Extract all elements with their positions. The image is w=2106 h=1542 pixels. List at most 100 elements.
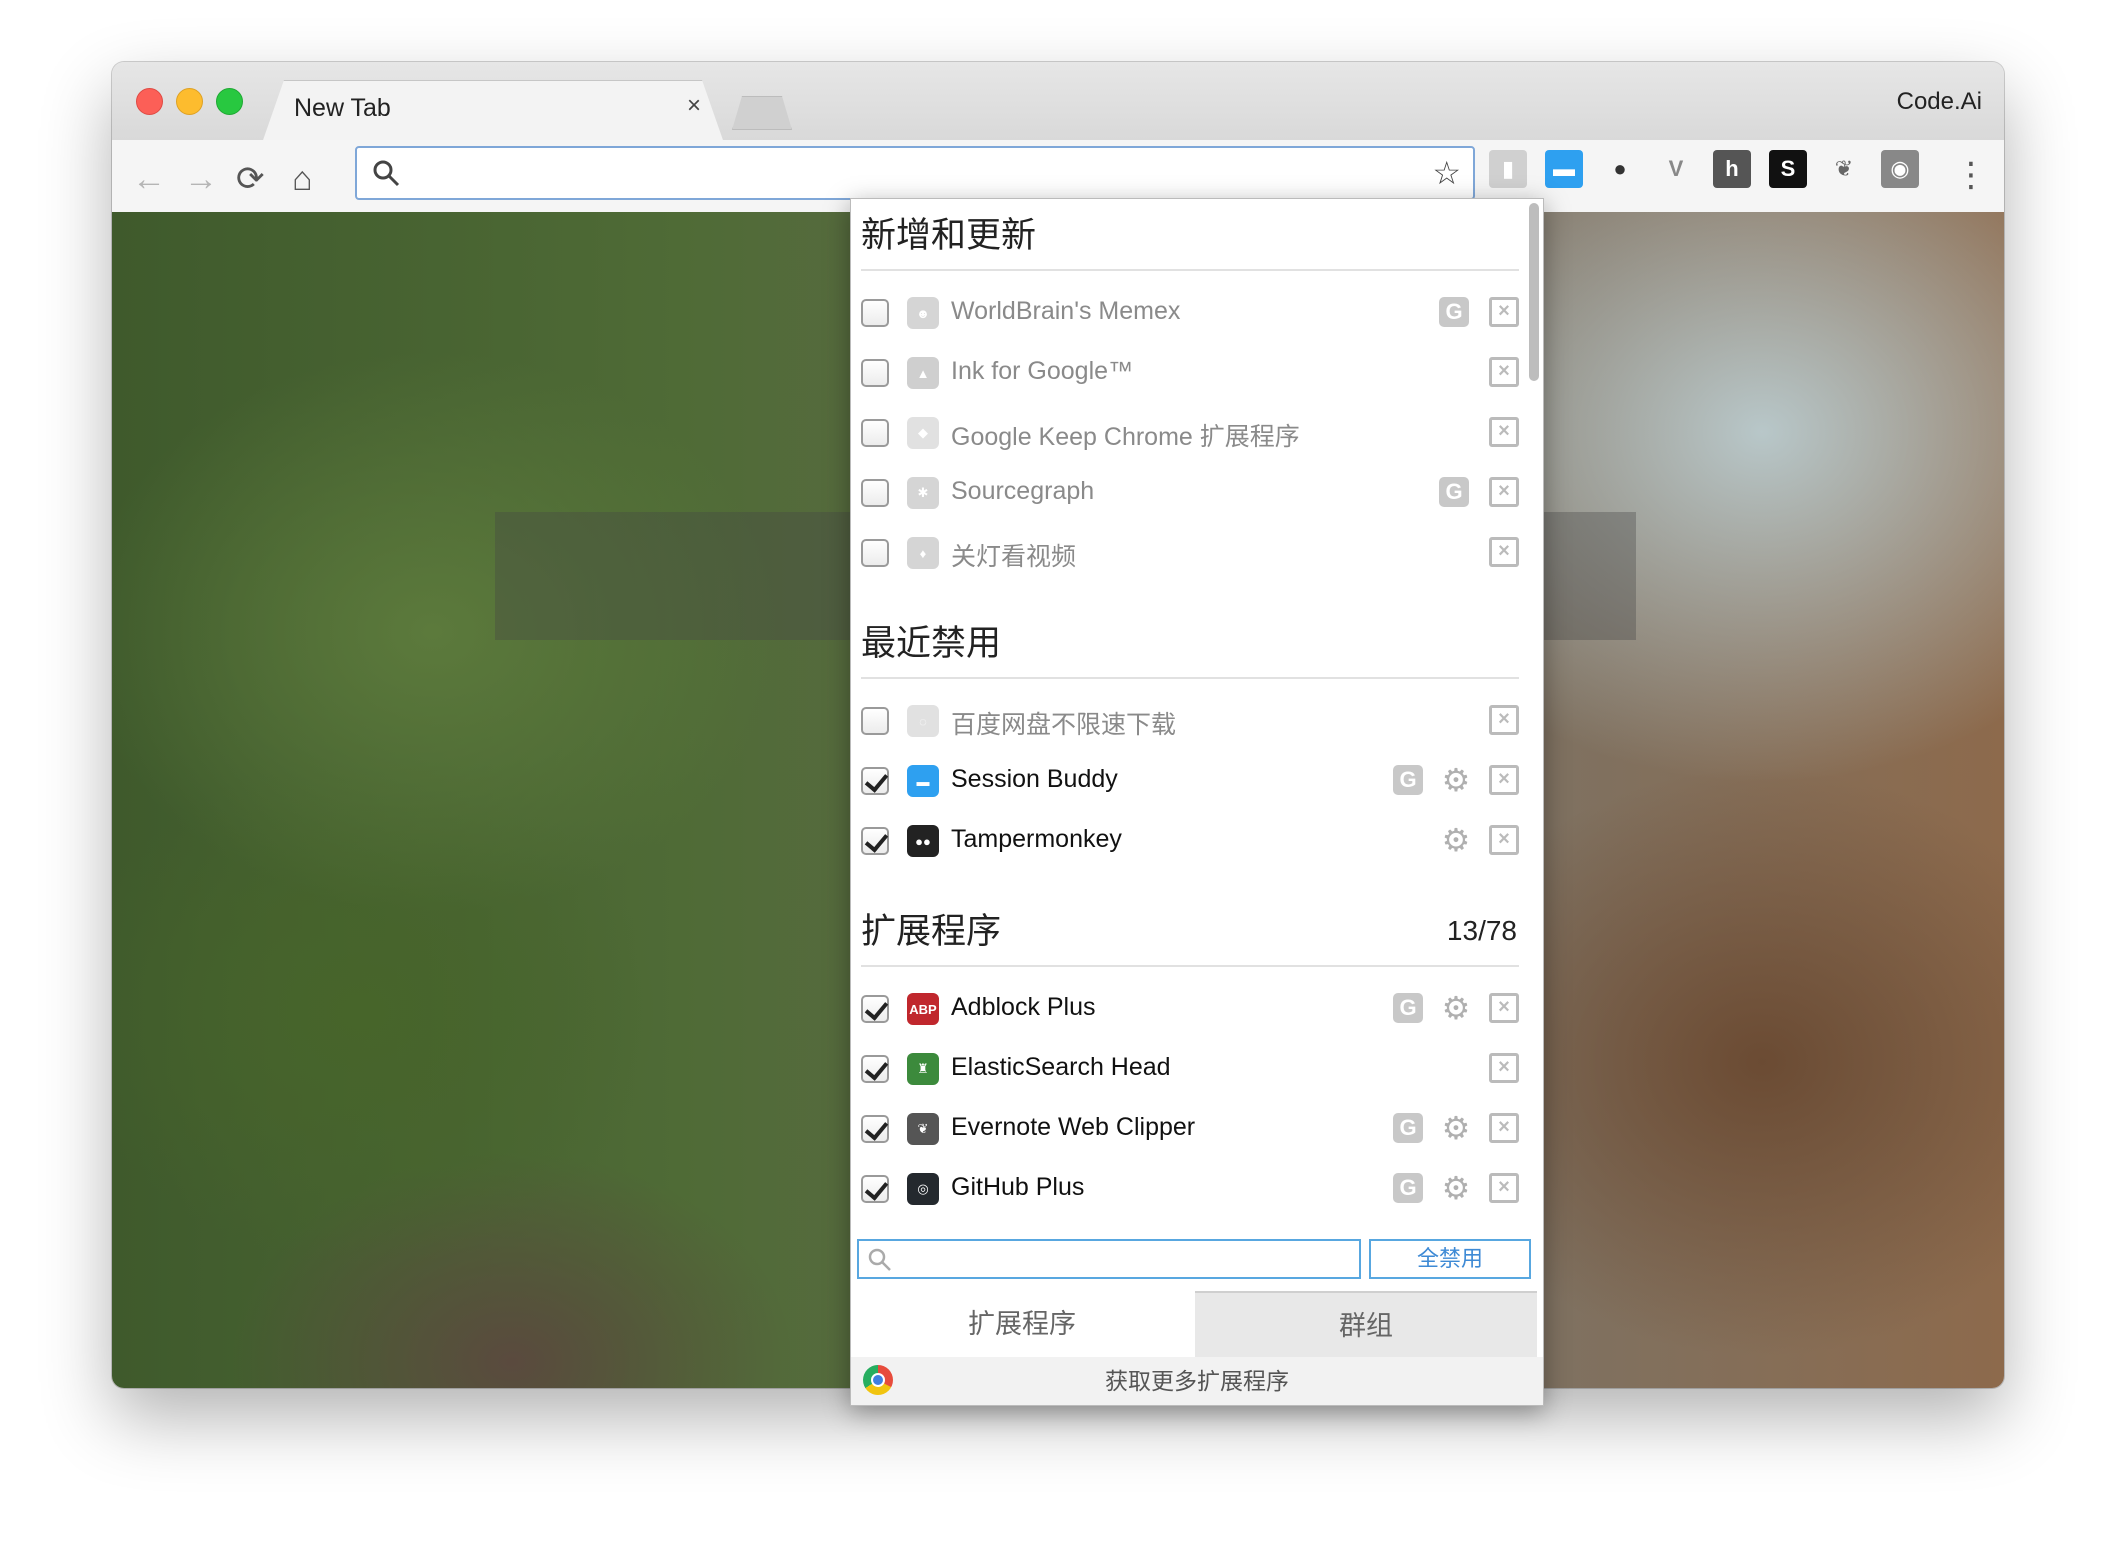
- popup-bottom-bar: 全禁用 扩展程序 群组 获取更多扩展程序: [851, 1227, 1543, 1405]
- address-bar[interactable]: ☆: [355, 146, 1475, 200]
- extension-toggle-checkbox[interactable]: [861, 299, 889, 327]
- extension-toggle-checkbox[interactable]: [861, 707, 889, 735]
- new-tab-button[interactable]: [732, 96, 792, 130]
- extension-icon: ✱: [907, 477, 939, 509]
- forward-button[interactable]: →: [184, 162, 218, 196]
- zoom-window-button[interactable]: [216, 88, 243, 115]
- extension-row[interactable]: ♦ 关灯看视频 ×: [851, 527, 1527, 585]
- bookmark-star-icon[interactable]: ☆: [1432, 154, 1461, 192]
- extension-row[interactable]: ✱ Sourcegraph G ×: [851, 467, 1527, 525]
- section-title: 扩展程序: [861, 912, 1002, 952]
- extension-toggle-checkbox[interactable]: [861, 1115, 889, 1143]
- group-g-icon[interactable]: G: [1393, 993, 1423, 1023]
- session-buddy-icon[interactable]: ▬: [1545, 150, 1583, 188]
- uninstall-trash-icon[interactable]: ×: [1489, 1173, 1519, 1203]
- extension-name: Ink for Google™: [951, 357, 1134, 385]
- extension-manager-popup: 新增和更新 ☻ WorldBrain's Memex G × ▲ Ink for Googl…: [850, 198, 1544, 1406]
- extension-toggle-checkbox[interactable]: [861, 995, 889, 1023]
- extension-name: Sourcegraph: [951, 477, 1095, 505]
- extension-toggle-checkbox[interactable]: [861, 359, 889, 387]
- extension-icon: ◎: [907, 1173, 939, 1205]
- uninstall-trash-icon[interactable]: ×: [1489, 417, 1519, 447]
- uninstall-trash-icon[interactable]: ×: [1489, 1053, 1519, 1083]
- uninstall-trash-icon[interactable]: ×: [1489, 765, 1519, 795]
- reload-button[interactable]: ⟳: [236, 162, 265, 196]
- group-g-icon[interactable]: G: [1439, 297, 1469, 327]
- extension-row[interactable]: ◌ 百度网盘不限速下载 ×: [851, 695, 1527, 753]
- uninstall-trash-icon[interactable]: ×: [1489, 705, 1519, 735]
- extension-list: 新增和更新 ☻ WorldBrain's Memex G × ▲ Ink for Googl…: [851, 199, 1527, 1227]
- tab-close-icon[interactable]: ×: [687, 92, 701, 120]
- uninstall-trash-icon[interactable]: ×: [1489, 825, 1519, 855]
- extension-toggle-checkbox[interactable]: [861, 767, 889, 795]
- extension-toggle-checkbox[interactable]: [861, 479, 889, 507]
- uninstall-trash-icon[interactable]: ×: [1489, 357, 1519, 387]
- extension-icon: ABP: [907, 993, 939, 1025]
- search-icon: [373, 160, 400, 187]
- get-more-extensions-link[interactable]: 获取更多扩展程序: [851, 1357, 1543, 1405]
- group-g-icon[interactable]: G: [1439, 477, 1469, 507]
- tab-groups[interactable]: 群组: [1195, 1291, 1537, 1359]
- section-divider: [861, 269, 1519, 271]
- group-g-icon[interactable]: G: [1393, 765, 1423, 795]
- s-icon[interactable]: S: [1769, 150, 1807, 188]
- extension-toggle-checkbox[interactable]: [861, 1175, 889, 1203]
- extension-name: 百度网盘不限速下载: [951, 711, 1177, 739]
- extension-icon: ❦: [907, 1113, 939, 1145]
- extension-row[interactable]: ☻ WorldBrain's Memex G ×: [851, 287, 1527, 345]
- extension-row[interactable]: ◎ GitHub Plus G ⚙ ×: [851, 1163, 1527, 1221]
- evernote-icon[interactable]: ❦: [1825, 150, 1863, 188]
- uninstall-trash-icon[interactable]: ×: [1489, 297, 1519, 327]
- extension-icon: ♜: [907, 1053, 939, 1085]
- extension-row[interactable]: ▲ Ink for Google™ ×: [851, 347, 1527, 405]
- options-gear-icon[interactable]: ⚙: [1441, 1112, 1471, 1144]
- vimium-icon[interactable]: V: [1657, 150, 1695, 188]
- chrome-menu-icon[interactable]: ⋮: [1954, 158, 1988, 192]
- extension-row[interactable]: ◆ Google Keep Chrome 扩展程序 ×: [851, 407, 1527, 465]
- extension-toggle-checkbox[interactable]: [861, 1055, 889, 1083]
- section-title: 新增和更新: [861, 216, 1037, 256]
- extension-name: Evernote Web Clipper: [951, 1113, 1196, 1141]
- extension-toggle-checkbox[interactable]: [861, 539, 889, 567]
- home-button[interactable]: ⌂: [292, 162, 313, 196]
- uninstall-trash-icon[interactable]: ×: [1489, 993, 1519, 1023]
- uninstall-trash-icon[interactable]: ×: [1489, 1113, 1519, 1143]
- options-gear-icon[interactable]: ⚙: [1441, 764, 1471, 796]
- tab-extensions[interactable]: 扩展程序: [851, 1291, 1193, 1357]
- extension-manager-icon[interactable]: ▮: [1489, 150, 1527, 188]
- back-button[interactable]: ←: [132, 162, 166, 196]
- extension-row[interactable]: ●● Tampermonkey ⚙ ×: [851, 815, 1527, 873]
- uninstall-trash-icon[interactable]: ×: [1489, 477, 1519, 507]
- github-icon[interactable]: ●: [1601, 150, 1639, 188]
- extension-row[interactable]: ♜ ElasticSearch Head ×: [851, 1043, 1527, 1101]
- extension-row[interactable]: ▬ Session Buddy G ⚙ ×: [851, 755, 1527, 813]
- extension-search-field[interactable]: [857, 1239, 1361, 1279]
- extension-icon: ◆: [907, 417, 939, 449]
- popup-scrollbar[interactable]: [1529, 203, 1539, 381]
- extension-name: WorldBrain's Memex: [951, 297, 1181, 325]
- options-gear-icon[interactable]: ⚙: [1441, 1172, 1471, 1204]
- minimize-window-button[interactable]: [176, 88, 203, 115]
- section-title: 最近禁用: [861, 624, 1002, 664]
- search-icon: [868, 1248, 891, 1271]
- group-g-icon[interactable]: G: [1393, 1173, 1423, 1203]
- extension-toggle-checkbox[interactable]: [861, 827, 889, 855]
- profile-name[interactable]: Code.Ai: [1897, 88, 1982, 116]
- disable-all-button[interactable]: 全禁用: [1369, 1239, 1531, 1279]
- extension-icon: ☻: [907, 297, 939, 329]
- tab-title: New Tab: [294, 94, 391, 122]
- options-gear-icon[interactable]: ⚙: [1441, 992, 1471, 1024]
- group-g-icon[interactable]: G: [1393, 1113, 1423, 1143]
- section-divider: [861, 965, 1519, 967]
- options-gear-icon[interactable]: ⚙: [1441, 824, 1471, 856]
- h-icon[interactable]: h: [1713, 150, 1751, 188]
- tampermonkey-icon[interactable]: ◉: [1881, 150, 1919, 188]
- close-window-button[interactable]: [136, 88, 163, 115]
- extension-toggle-checkbox[interactable]: [861, 419, 889, 447]
- extension-name: Tampermonkey: [951, 825, 1122, 853]
- extension-row[interactable]: ❦ Evernote Web Clipper G ⚙ ×: [851, 1103, 1527, 1161]
- extension-row[interactable]: ABP Adblock Plus G ⚙ ×: [851, 983, 1527, 1041]
- extension-search-input[interactable]: [899, 1245, 1353, 1275]
- extension-icon: ◌: [907, 705, 939, 737]
- uninstall-trash-icon[interactable]: ×: [1489, 537, 1519, 567]
